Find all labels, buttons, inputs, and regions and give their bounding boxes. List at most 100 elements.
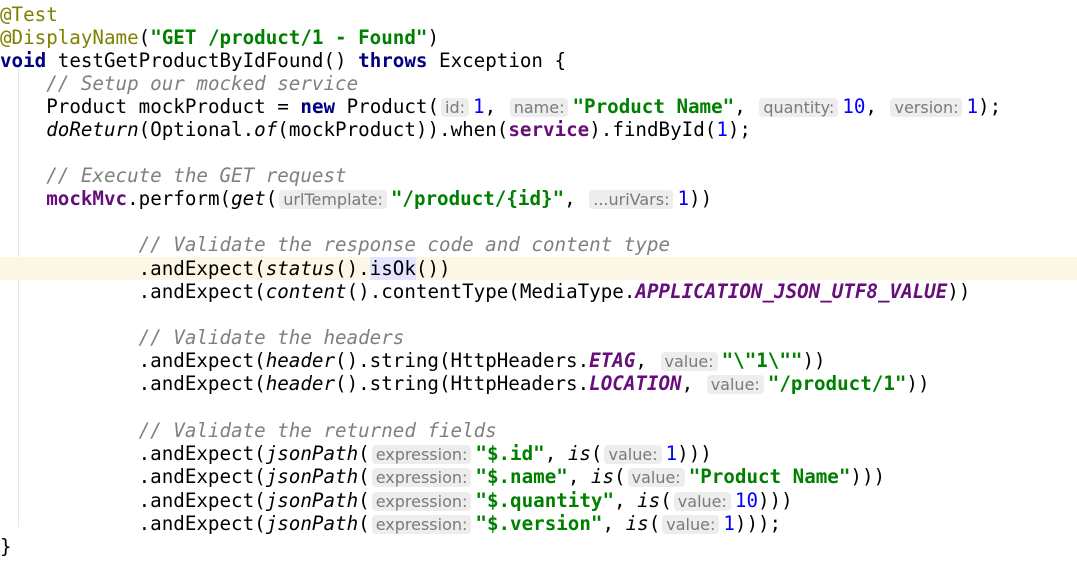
- json-path-call: jsonPath: [265, 442, 359, 465]
- is-ok-call: isOk: [369, 257, 416, 280]
- status-call: status: [265, 257, 336, 280]
- new-keyword: new: [300, 95, 336, 118]
- param-hint-value: value:: [627, 468, 685, 487]
- json-path-call: jsonPath: [265, 465, 359, 488]
- code-line-2: @DisplayName("GET /product/1 - Found"): [0, 26, 439, 49]
- void-keyword: void: [0, 49, 47, 72]
- uri-vars-value: 1: [677, 187, 690, 210]
- code-line-13: .andExpect(content().contentType(MediaTy…: [138, 280, 971, 303]
- name-value: "Product Name": [572, 95, 735, 118]
- param-hint-expression: expression:: [371, 445, 472, 464]
- exception-type: Exception: [439, 49, 543, 72]
- code-line-17: .andExpect(header().string(HttpHeaders.L…: [138, 372, 930, 395]
- code-line-15: // Validate the headers: [0, 326, 1077, 349]
- param-hint-name: name:: [509, 98, 569, 117]
- optional-class: Optional.: [150, 118, 255, 141]
- find-by-id-arg: 1: [716, 118, 728, 141]
- is-call: is: [637, 489, 661, 512]
- json-name-value: "Product Name": [688, 465, 851, 488]
- code-line-5: Product mockProduct = new Product(id: 1, …: [46, 95, 1002, 118]
- json-path-id: "$.id": [475, 442, 545, 465]
- json-path-name: "$.name": [475, 465, 568, 488]
- param-hint-value: value:: [673, 492, 731, 511]
- version-value: 1: [966, 95, 979, 118]
- json-path-call: jsonPath: [265, 512, 359, 535]
- json-path-version: "$.version": [475, 512, 603, 535]
- and-expect-call: .andExpect(: [138, 465, 266, 488]
- param-hint-expression: expression:: [371, 515, 472, 534]
- is-call: is: [567, 442, 591, 465]
- display-name-string: "GET /product/1 - Found": [150, 26, 428, 49]
- code-line-21: .andExpect(jsonPath(expression: "$.name",…: [138, 465, 886, 488]
- param-hint-value: value:: [660, 352, 718, 371]
- and-expect-call: .andExpect(: [138, 512, 266, 535]
- and-expect-call: .andExpect(: [138, 349, 266, 372]
- id-value: 1: [473, 95, 485, 118]
- and-expect-call: .andExpect(: [138, 280, 266, 303]
- and-expect-call: .andExpect(: [138, 372, 266, 395]
- get-call: get: [231, 187, 266, 210]
- do-return-call: doReturn: [46, 118, 139, 141]
- validate-fields-comment: // Validate the returned fields: [138, 419, 497, 442]
- quantity-value: 10: [842, 95, 866, 118]
- json-path-call: jsonPath: [265, 489, 359, 512]
- and-expect-call: .andExpect(: [138, 489, 266, 512]
- param-hint-uri-vars: ...uriVars:: [589, 190, 674, 209]
- param-hint-url-template: urlTemplate:: [279, 190, 387, 209]
- header-call: header: [265, 372, 336, 395]
- param-hint-expression: expression:: [371, 468, 472, 487]
- url-template-string: "/product/{id}": [390, 187, 565, 210]
- display-name-annotation: @DisplayName: [0, 26, 139, 49]
- code-line-20: .andExpect(jsonPath(expression: "$.id", i…: [138, 442, 712, 465]
- param-hint-value: value:: [662, 515, 720, 534]
- media-type-constant: APPLICATION_JSON_UTF8_VALUE: [635, 280, 948, 303]
- mock-product-arg: mockProduct: [288, 118, 416, 141]
- json-id-value: 1: [665, 442, 678, 465]
- param-hint-quantity: quantity:: [759, 98, 839, 117]
- mock-product-variable: mockProduct: [138, 95, 266, 118]
- and-expect-call: .andExpect(: [138, 257, 266, 280]
- test-annotation: @Test: [0, 3, 58, 26]
- json-path-quantity: "$.quantity": [475, 489, 615, 512]
- code-line-16: .andExpect(header().string(HttpHeaders.E…: [138, 349, 826, 372]
- param-hint-expression: expression:: [371, 492, 472, 511]
- content-type-call: .contentType(MediaType.: [369, 280, 636, 303]
- and-expect-call: .andExpect(: [138, 442, 266, 465]
- is-call: is: [590, 465, 615, 488]
- etag-constant: ETAG: [589, 349, 636, 372]
- mockmvc-field: mockMvc: [46, 187, 128, 210]
- perform-call: .perform(: [127, 187, 232, 210]
- param-hint-value: value:: [604, 445, 662, 464]
- code-line-6: doReturn(Optional.of(mockProduct)).when(…: [46, 118, 751, 141]
- of-call: of: [254, 118, 278, 141]
- closing-brace: }: [0, 535, 12, 558]
- code-line-19: // Validate the returned fields: [0, 419, 1077, 442]
- code-line-3: void testGetProductByIdFound() throws Ex…: [0, 49, 567, 72]
- service-field: service: [508, 118, 590, 141]
- content-call: content: [265, 280, 347, 303]
- product-type: Product: [46, 95, 128, 118]
- validate-response-comment: // Validate the response code and conten…: [138, 233, 671, 256]
- header-call: header: [265, 349, 336, 372]
- location-constant: LOCATION: [589, 372, 682, 395]
- code-line-4: // Setup our mocked service: [0, 72, 1077, 95]
- param-hint-id: id:: [441, 98, 470, 117]
- json-version-value: 1: [723, 512, 735, 535]
- code-line-12-current: .andExpect(status().isOk()): [0, 257, 1077, 281]
- method-name: testGetProductByIdFound: [57, 49, 324, 72]
- find-by-id-call: .findById(: [600, 118, 717, 141]
- product-constructor: Product: [346, 95, 428, 118]
- string-call: .string(HttpHeaders.: [358, 349, 590, 372]
- validate-headers-comment: // Validate the headers: [138, 326, 405, 349]
- setup-comment: // Setup our mocked service: [46, 72, 359, 95]
- code-editor[interactable]: @Test @DisplayName("GET /product/1 - Fou…: [0, 0, 1077, 562]
- code-line-22: .andExpect(jsonPath(expression: "$.quanti…: [138, 489, 793, 512]
- code-line-23: .andExpect(jsonPath(expression: "$.versio…: [138, 512, 782, 535]
- param-hint-version: version:: [890, 98, 963, 117]
- param-hint-value: value:: [706, 375, 764, 394]
- code-line-1: @Test: [0, 3, 1077, 26]
- string-call: .string(HttpHeaders.: [358, 372, 590, 395]
- throws-keyword: throws: [358, 49, 428, 72]
- code-line-9: mockMvc.perform(get(urlTemplate: "/produc…: [46, 187, 713, 210]
- execute-comment: // Execute the GET request: [46, 164, 347, 187]
